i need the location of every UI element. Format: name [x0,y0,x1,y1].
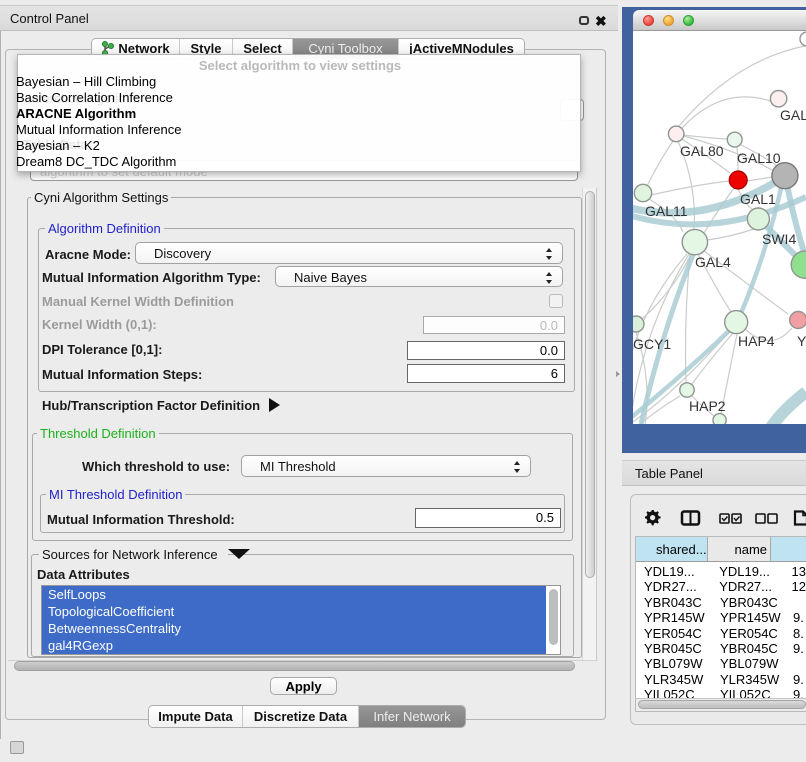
svg-text:GCY1: GCY1 [633,336,671,352]
svg-text:GAL4: GAL4 [695,254,731,270]
svg-text:HAP2: HAP2 [689,398,726,414]
svg-text:GAL11: GAL11 [645,203,688,219]
svg-text:GAL: GAL [780,107,806,123]
svg-text:SWI4: SWI4 [762,231,796,247]
svg-text:YK: YK [797,333,806,349]
svg-text:HAP4: HAP4 [738,333,775,349]
svg-text:GAL80: GAL80 [680,143,724,159]
svg-text:GAL1: GAL1 [740,191,776,207]
svg-text:GAL10: GAL10 [737,150,781,166]
